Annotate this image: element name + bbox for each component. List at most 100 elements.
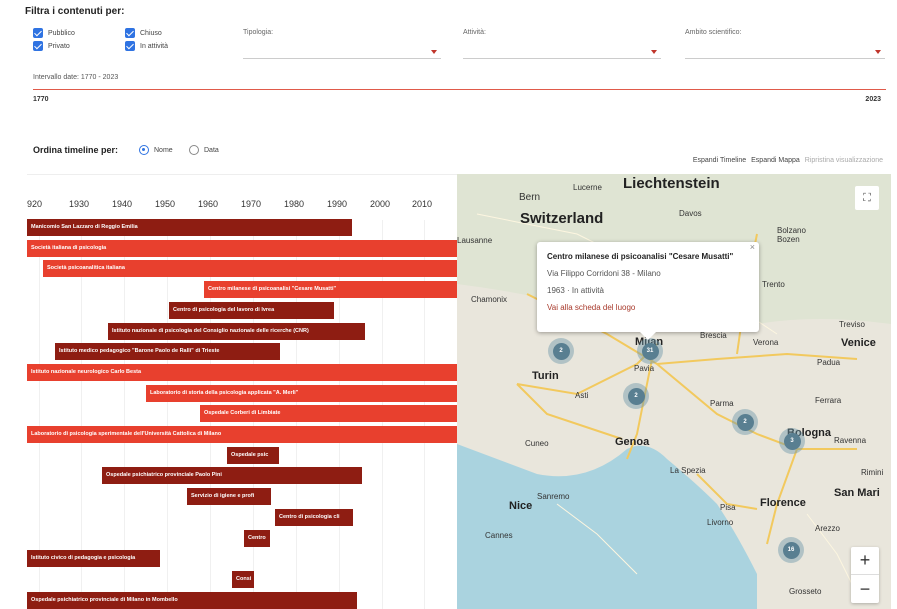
timeline-bar[interactable]: Centro milanese di psicoanalisi "Cesare …: [204, 281, 457, 299]
map-label: Arezzo: [815, 524, 840, 533]
map-label: Pavia: [634, 364, 655, 373]
checkbox-label: Chiuso: [140, 29, 162, 37]
map-label: Grosseto: [789, 587, 822, 596]
cluster-count: 2: [552, 342, 570, 360]
timeline-bar[interactable]: Laboratorio di storia della psicologia a…: [146, 384, 457, 402]
map-label: Chamonix: [471, 295, 508, 304]
map-label: Ferrara: [815, 396, 842, 405]
timeline-bar[interactable]: Ospedale psichiatrico provinciale Paolo …: [102, 467, 362, 485]
timeline-bar[interactable]: Manicomio San Lazzaro di Reggio Emilia: [27, 219, 352, 236]
radio-label: Data: [204, 146, 219, 154]
timeline-bar[interactable]: Ospedale psichiatrico provinciale di Mil…: [27, 591, 357, 609]
map-label: Padua: [817, 358, 841, 367]
date-range-slider[interactable]: [33, 89, 886, 90]
timeline-bar[interactable]: Ospedale Corberi di Limbiate: [200, 405, 457, 423]
timeline-panel[interactable]: 920 1930 1940 1950 1960 1970 1980 1990 2000 2010 M…: [27, 174, 457, 609]
map-label: San Mari: [834, 487, 880, 499]
popup-meta: 1963 · In attività: [547, 286, 604, 295]
sort-option-data[interactable]: Data: [189, 145, 219, 155]
map-background: [457, 174, 891, 609]
map-label: Cannes: [485, 531, 513, 540]
close-icon[interactable]: ×: [750, 242, 755, 252]
ambito-scientifico-label: Ambito scientifico:: [685, 29, 742, 36]
map-cluster-marker[interactable]: 16: [778, 537, 804, 563]
chevron-down-icon: [431, 50, 437, 54]
expand-timeline-link[interactable]: Espandi Timeline: [693, 157, 746, 164]
map-label: Trento: [762, 280, 785, 289]
zoom-in-button[interactable]: +: [851, 547, 879, 575]
cluster-count: 16: [782, 541, 800, 559]
checkbox-in-attivita[interactable]: In attività: [125, 41, 168, 51]
sort-option-nome[interactable]: Nome: [139, 145, 173, 155]
timeline-tick-label: 1930: [69, 199, 90, 209]
map-label: Rimini: [861, 468, 884, 477]
map-label: Genoa: [615, 436, 650, 448]
reset-view-link[interactable]: Ripristina visualizzazione: [805, 157, 883, 164]
ambito-scientifico-select[interactable]: [685, 45, 885, 59]
map-label: Liechtenstein: [623, 175, 720, 192]
map-panel[interactable]: Liechtenstein Switzerland Bern Lucerne D…: [457, 174, 891, 609]
map-cluster-marker[interactable]: 2: [732, 409, 758, 435]
timeline-tick-label: 1980: [284, 199, 305, 209]
map-label: Parma: [710, 399, 734, 408]
timeline-tick-label: 1940: [112, 199, 133, 209]
timeline-bar[interactable]: Società italiana di psicologia: [27, 239, 457, 257]
cluster-count: 2: [627, 387, 645, 405]
timeline-bar[interactable]: Centro: [244, 529, 270, 547]
map-label: Brescia: [700, 331, 727, 340]
map-label: Davos: [679, 209, 702, 218]
map-cluster-marker[interactable]: 2: [623, 383, 649, 409]
timeline-bar[interactable]: Società psicoanalitica italiana: [43, 260, 457, 278]
map-cluster-marker[interactable]: 2: [548, 338, 574, 364]
timeline-bar[interactable]: Istituto medico pedagogico "Barone Paolo…: [55, 343, 280, 361]
timeline-bar[interactable]: Servizio di igiene e profi: [187, 488, 271, 506]
map-cluster-marker[interactable]: 31: [637, 338, 663, 364]
fullscreen-icon[interactable]: ⛶: [855, 186, 879, 210]
timeline-bar[interactable]: Centro di psicologia cli: [275, 508, 353, 526]
checkbox-checked-icon: [125, 41, 135, 51]
map-label: Bern: [519, 192, 541, 203]
chevron-down-icon: [651, 50, 657, 54]
tipologia-select[interactable]: [243, 45, 441, 59]
map-label: Verona: [753, 338, 779, 347]
filter-title: Filtra i contenuti per:: [25, 6, 125, 17]
timeline-bar[interactable]: Laboratorio di psicologia sperimentale d…: [27, 426, 457, 443]
map-label: Sanremo: [537, 492, 570, 501]
map-label: Nice: [509, 500, 533, 512]
checkbox-checked-icon: [33, 28, 43, 38]
date-range-max: 2023: [865, 96, 881, 103]
map-cluster-marker[interactable]: 3: [779, 428, 805, 454]
checkbox-label: Privato: [48, 42, 70, 50]
checkbox-label: Pubblico: [48, 29, 75, 37]
zoom-out-button[interactable]: −: [851, 575, 879, 603]
sort-title: Ordina timeline per:: [33, 145, 119, 155]
map-label: Venice: [841, 337, 876, 349]
timeline-tick-label: 1950: [155, 199, 176, 209]
cluster-count: 2: [736, 413, 754, 431]
popup-title: Centro milanese di psicoanalisi "Cesare …: [547, 252, 734, 261]
checkbox-privato[interactable]: Privato: [33, 41, 70, 51]
checkbox-pubblico[interactable]: Pubblico: [33, 28, 75, 38]
popup-link[interactable]: Vai alla scheda del luogo: [547, 303, 749, 312]
view-controls: Espandi Timeline Espandi Mappa Ripristin…: [693, 157, 883, 164]
timeline-bar[interactable]: Consi: [232, 570, 254, 588]
chevron-down-icon: [875, 50, 881, 54]
map-popup: × Centro milanese di psicoanalisi "Cesar…: [537, 242, 759, 340]
checkbox-checked-icon: [125, 28, 135, 38]
checkbox-label: In attività: [140, 42, 169, 50]
radio-unselected-icon: [189, 145, 199, 155]
map-label: Asti: [575, 391, 589, 400]
map-label: Cuneo: [525, 439, 549, 448]
timeline-tick-label: 1960: [198, 199, 219, 209]
timeline-bar[interactable]: Istituto nazionale neurologico Carlo Bes…: [27, 363, 457, 381]
expand-map-link[interactable]: Espandi Mappa: [751, 157, 800, 164]
timeline-bar[interactable]: Centro di psicologia del lavoro di Ivrea: [169, 301, 334, 319]
timeline-bar[interactable]: Istituto nazionale di psicologia del Con…: [108, 322, 365, 340]
checkbox-chiuso[interactable]: Chiuso: [125, 28, 162, 38]
timeline-bar[interactable]: Istituto civico di pedagogia e psicologi…: [27, 550, 160, 568]
zoom-control: + −: [851, 547, 879, 603]
attivita-select[interactable]: [463, 45, 661, 59]
radio-label: Nome: [154, 146, 173, 154]
timeline-bar[interactable]: Ospedale psic: [227, 446, 279, 464]
timeline-tick-label: 1970: [241, 199, 262, 209]
